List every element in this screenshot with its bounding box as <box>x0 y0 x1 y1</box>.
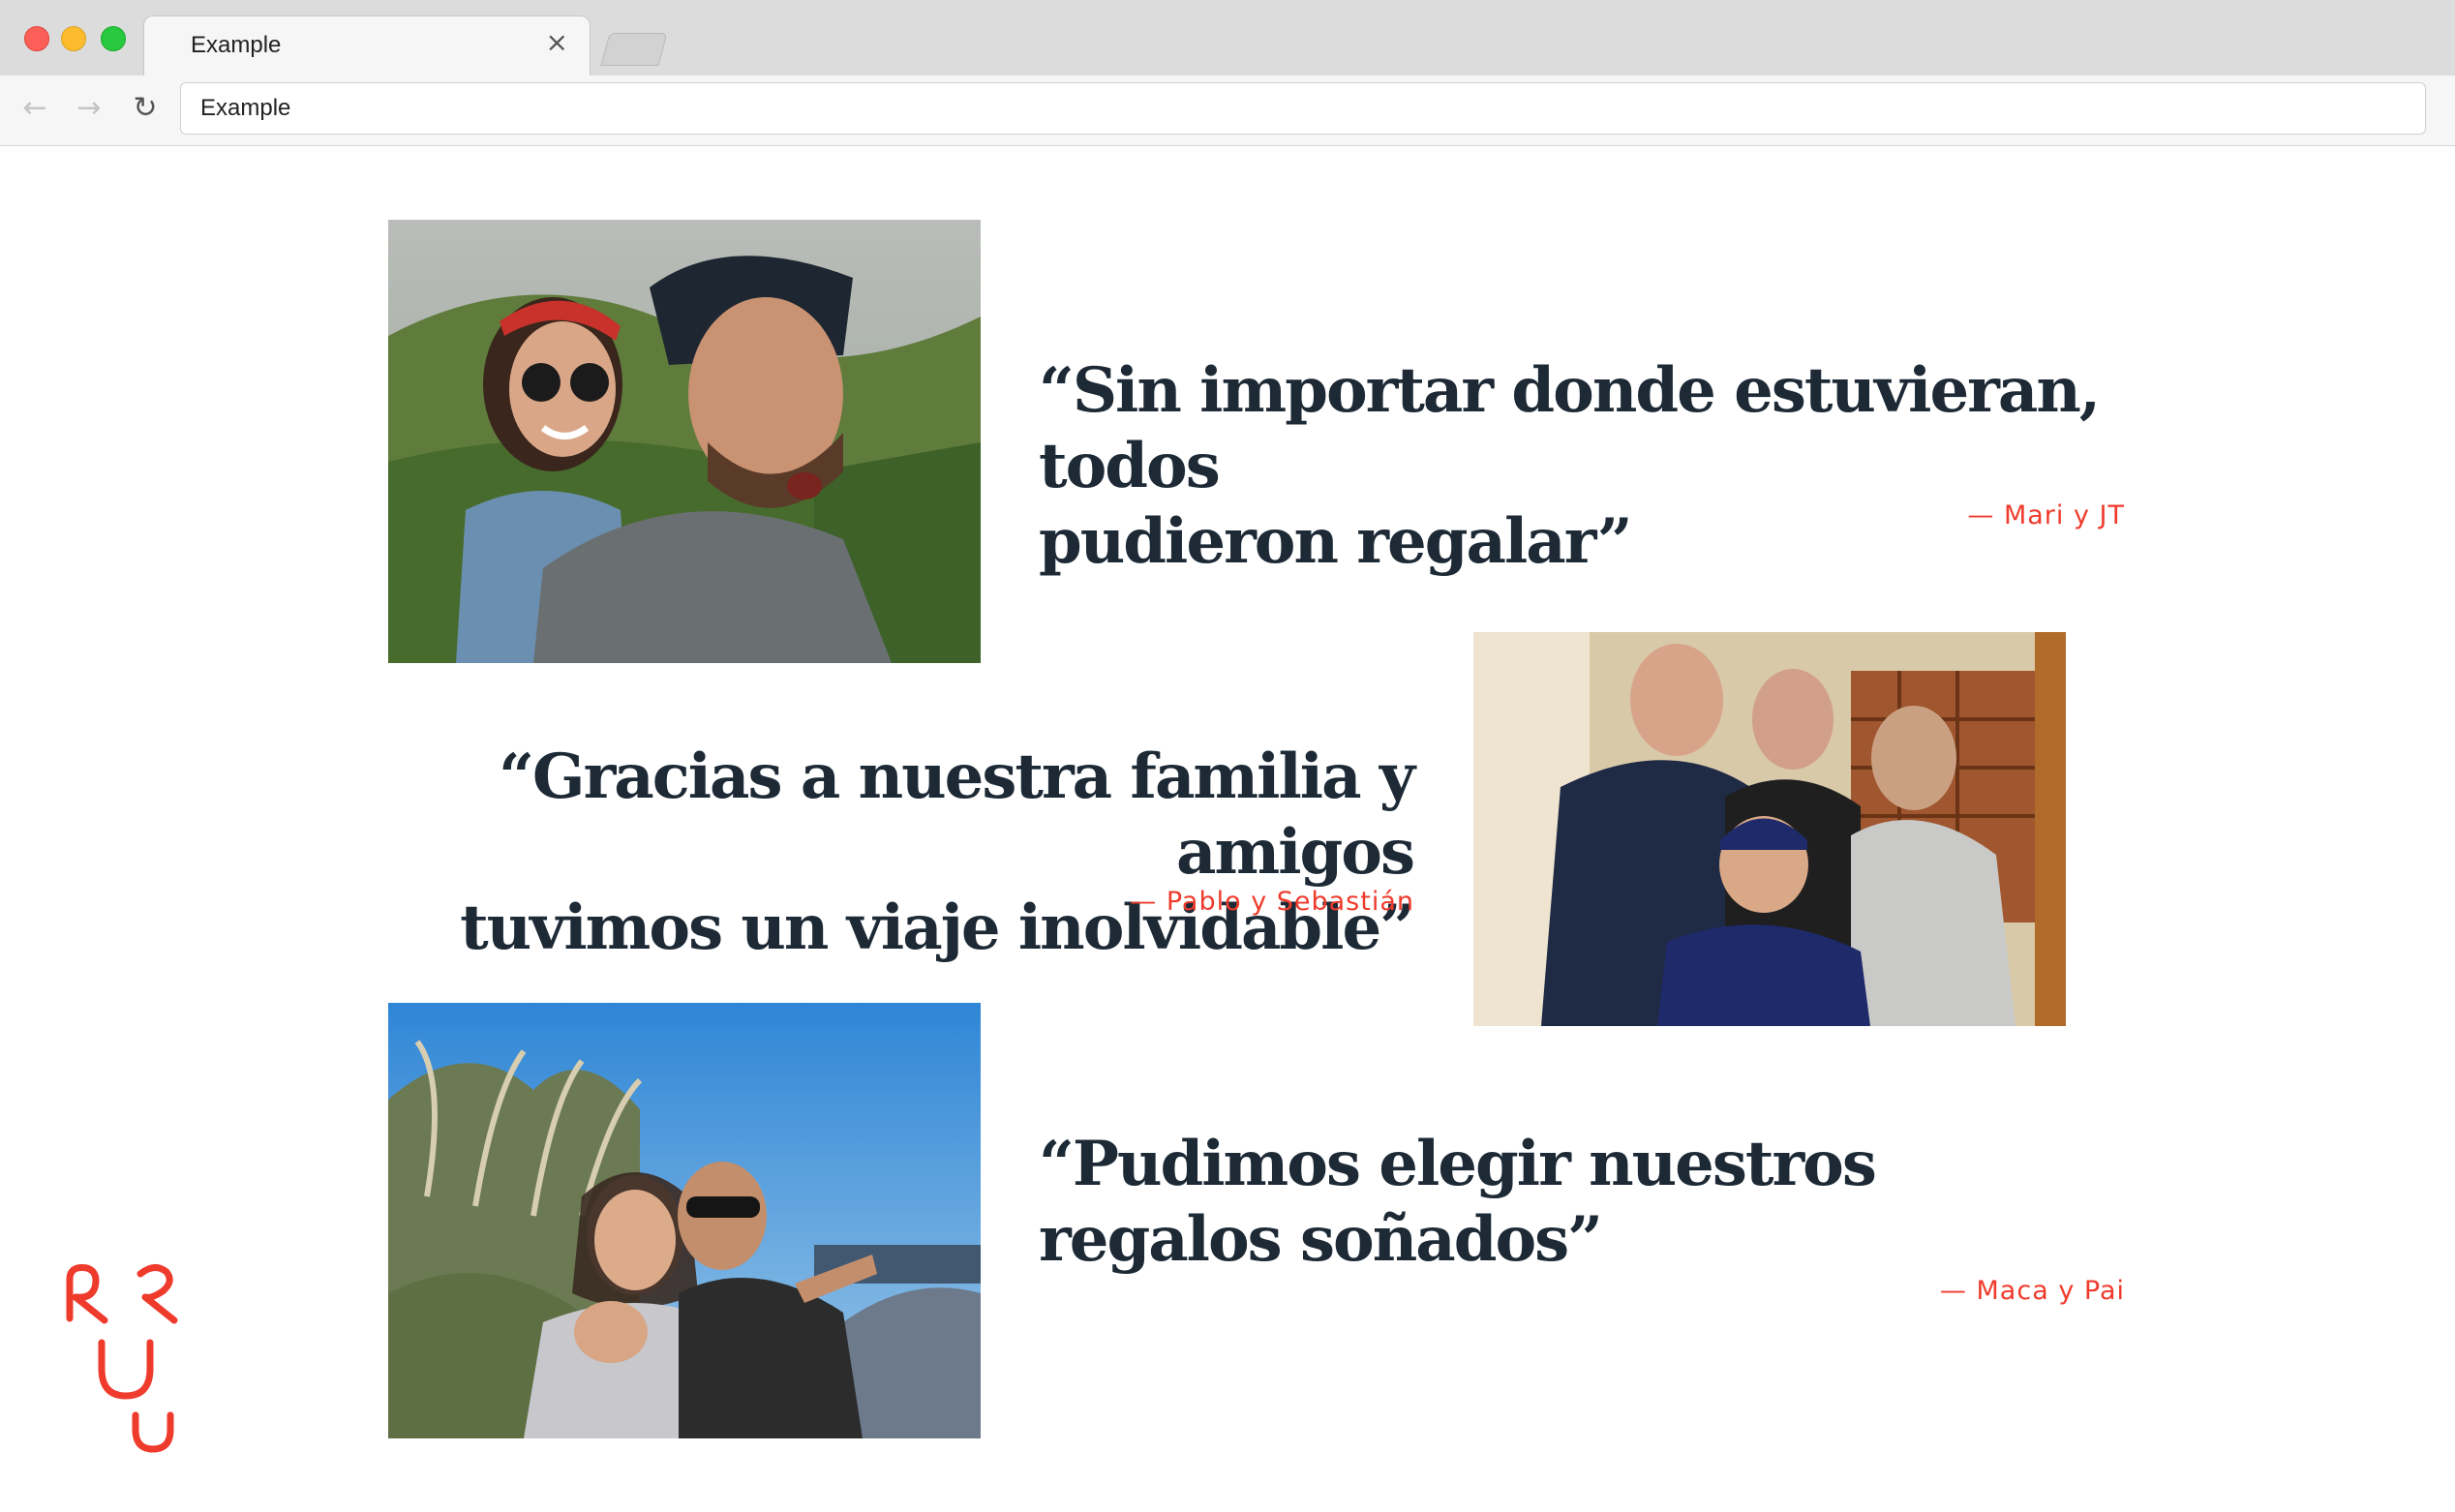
title-bar: Example × <box>0 0 2455 76</box>
quote-line: regalos soñados” <box>1039 1203 1603 1276</box>
testimonial-quote-1: “Sin importar donde estuvieran, todos pu… <box>1039 353 2152 580</box>
maximize-window-button[interactable] <box>101 26 126 51</box>
page-content: “Sin importar donde estuvieran, todos pu… <box>0 146 2455 1512</box>
browser-toolbar: ← → ↻ Example <box>0 76 2455 146</box>
quote-line: “Sin importar donde estuvieran, todos <box>1039 354 2101 502</box>
testimonial-photo-3 <box>388 1003 981 1438</box>
testimonial-photo-1 <box>388 220 981 663</box>
minimize-window-button[interactable] <box>61 26 86 51</box>
tab-close-icon[interactable]: × <box>546 26 568 58</box>
quote-line: “Pudimos elegir nuestros <box>1039 1128 1877 1200</box>
address-bar-text: Example <box>200 95 291 121</box>
brand-logo[interactable] <box>58 1260 184 1454</box>
close-window-button[interactable] <box>24 26 49 51</box>
testimonial-author-1: — Mari y JT <box>1967 500 2125 530</box>
quote-line: “Gracias a nuestra familia y amigos <box>499 741 1415 889</box>
testimonial-quote-3: “Pudimos elegir nuestros regalos soñados… <box>1039 1127 2152 1278</box>
back-arrow-icon[interactable]: ← <box>15 89 54 128</box>
testimonial-author-3: — Maca y Pai <box>1939 1276 2125 1306</box>
testimonial-quote-2: “Gracias a nuestra familia y amigos tuvi… <box>349 740 1415 966</box>
testimonial-photo-2 <box>1473 632 2066 1026</box>
new-tab-button[interactable] <box>600 33 668 66</box>
tab-title: Example <box>191 32 282 58</box>
forward-arrow-icon[interactable]: → <box>70 89 108 128</box>
browser-window: Example × ← → ↻ Example “Sin importar do… <box>0 0 2455 1512</box>
address-bar[interactable]: Example <box>180 82 2426 135</box>
browser-tab[interactable]: Example × <box>143 15 591 76</box>
testimonial-author-2: — Pablo y Sebastián <box>1130 887 1414 917</box>
reload-icon[interactable]: ↻ <box>126 89 165 128</box>
